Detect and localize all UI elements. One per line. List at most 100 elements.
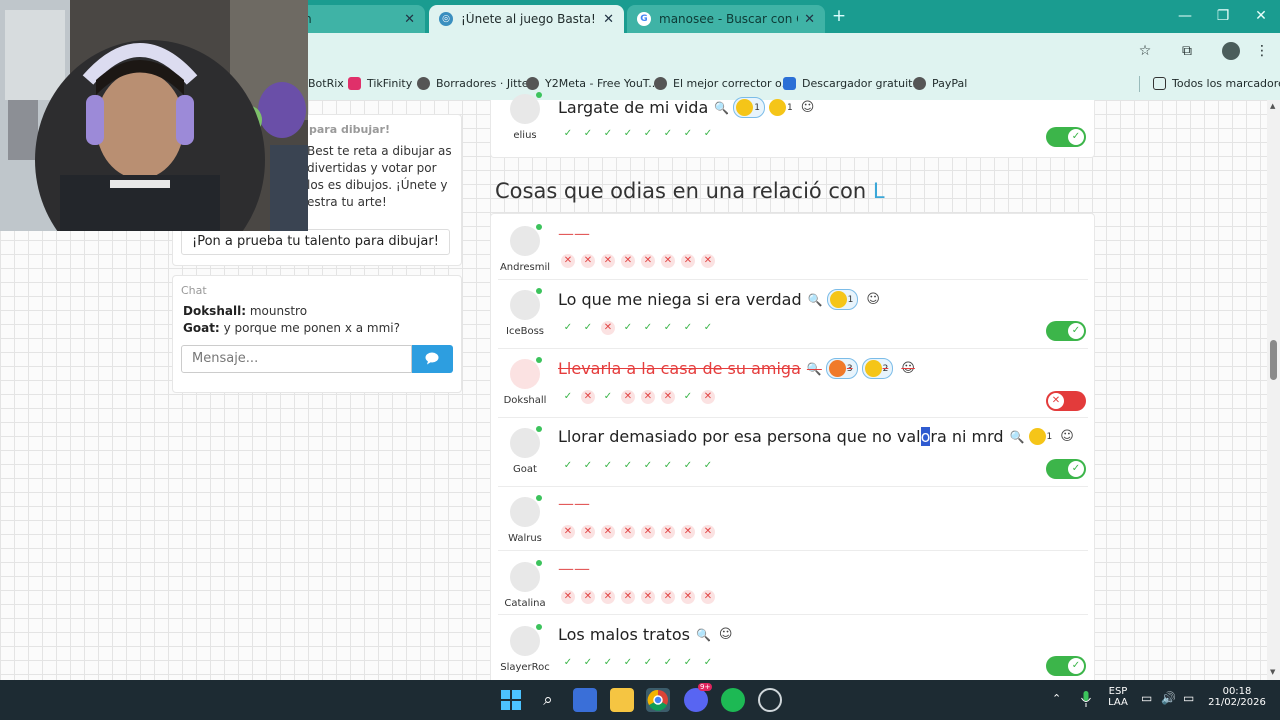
menu-icon[interactable]: ⋮ — [1252, 41, 1272, 61]
check-vote-icon[interactable]: ✓ — [641, 127, 655, 141]
check-vote-icon[interactable]: ✓ — [561, 127, 575, 141]
check-vote-icon[interactable]: ✓ — [581, 321, 595, 335]
check-vote-icon[interactable]: ✓ — [641, 459, 655, 473]
x-vote-icon[interactable]: ✕ — [561, 254, 575, 268]
x-vote-icon[interactable]: ✕ — [601, 321, 615, 335]
check-vote-icon[interactable]: ✓ — [601, 127, 615, 141]
x-vote-icon[interactable]: ✕ — [621, 525, 635, 539]
check-vote-icon[interactable]: ✓ — [701, 321, 715, 335]
x-vote-icon[interactable]: ✕ — [641, 525, 655, 539]
x-vote-icon[interactable]: ✕ — [601, 590, 615, 604]
star-icon[interactable]: ☆ — [1135, 41, 1155, 61]
check-vote-icon[interactable]: ✓ — [561, 321, 575, 335]
check-vote-icon[interactable]: ✓ — [681, 459, 695, 473]
microphone-icon[interactable] — [1080, 690, 1092, 708]
close-window-button[interactable]: ✕ — [1242, 0, 1280, 33]
check-vote-icon[interactable]: ✓ — [581, 656, 595, 670]
check-vote-icon[interactable]: ✓ — [621, 656, 635, 670]
tab-basta[interactable]: ◎ ¡Únete al juego Basta! ✕ — [429, 5, 624, 33]
bookmark-paypal[interactable]: PayPal — [913, 77, 967, 90]
x-vote-icon[interactable]: ✕ — [581, 525, 595, 539]
accept-toggle[interactable]: ✓ — [1046, 459, 1086, 479]
send-message-button[interactable] — [412, 345, 453, 373]
check-vote-icon[interactable]: ✓ — [581, 459, 595, 473]
x-vote-icon[interactable]: ✕ — [701, 254, 715, 268]
store-icon[interactable] — [573, 688, 597, 712]
check-vote-icon[interactable]: ✓ — [561, 390, 575, 404]
scroll-down-icon[interactable]: ▼ — [1270, 668, 1275, 676]
search-icon[interactable]: ⌕ — [536, 688, 560, 712]
reaction-laugh[interactable]: 1 — [1028, 428, 1052, 445]
all-bookmarks[interactable]: Todos los marcadores — [1153, 77, 1280, 90]
x-vote-icon[interactable]: ✕ — [661, 390, 675, 404]
check-vote-icon[interactable]: ✓ — [601, 656, 615, 670]
check-vote-icon[interactable]: ✓ — [601, 390, 615, 404]
spotify-icon[interactable] — [721, 688, 745, 712]
add-reaction-icon[interactable]: ☺ — [719, 627, 733, 642]
volume-icon[interactable]: 🔊 — [1161, 691, 1176, 705]
reaction-wow[interactable]: 1 — [826, 289, 859, 310]
add-reaction-icon[interactable]: ☺ — [866, 292, 880, 307]
check-vote-icon[interactable]: ✓ — [641, 656, 655, 670]
accept-toggle[interactable]: ✓ — [1046, 321, 1086, 341]
tab-google[interactable]: G manosee - Buscar con Google ✕ — [627, 5, 825, 33]
x-vote-icon[interactable]: ✕ — [681, 254, 695, 268]
language-indicator[interactable]: ESP LAA — [1106, 686, 1130, 708]
check-vote-icon[interactable]: ✓ — [621, 127, 635, 141]
chevron-up-icon[interactable]: ⌃ — [1052, 692, 1061, 705]
windows-start-icon[interactable] — [499, 688, 523, 712]
page-scrollbar[interactable]: ▲ ▼ — [1267, 100, 1280, 680]
x-vote-icon[interactable]: ✕ — [681, 525, 695, 539]
check-vote-icon[interactable]: ✓ — [561, 459, 575, 473]
x-vote-icon[interactable]: ✕ — [601, 254, 615, 268]
tab-background[interactable]: m ✕ — [290, 5, 425, 33]
x-vote-icon[interactable]: ✕ — [661, 525, 675, 539]
add-reaction-icon[interactable]: ☺ — [901, 361, 915, 376]
x-vote-icon[interactable]: ✕ — [621, 254, 635, 268]
profile-avatar[interactable] — [1222, 42, 1240, 60]
reaction-wow[interactable]: 1 — [733, 97, 765, 118]
reaction-angry[interactable]: 3 — [825, 358, 858, 379]
folder-icon[interactable] — [610, 688, 634, 712]
reject-toggle[interactable]: ✕ — [1046, 391, 1086, 411]
close-icon[interactable]: ✕ — [804, 12, 815, 27]
search-icon[interactable]: 🔍 — [696, 628, 711, 642]
x-vote-icon[interactable]: ✕ — [621, 590, 635, 604]
x-vote-icon[interactable]: ✕ — [701, 525, 715, 539]
check-vote-icon[interactable]: ✓ — [621, 459, 635, 473]
search-icon[interactable]: 🔍 — [714, 101, 729, 115]
scrollbar-thumb[interactable] — [1270, 340, 1277, 380]
bookmark-corrector[interactable]: El mejor corrector o... — [654, 77, 792, 90]
x-vote-icon[interactable]: ✕ — [661, 254, 675, 268]
chat-input[interactable]: Mensaje... — [181, 345, 412, 373]
x-vote-icon[interactable]: ✕ — [681, 590, 695, 604]
battery-icon[interactable]: ▭ — [1183, 691, 1194, 705]
x-vote-icon[interactable]: ✕ — [581, 590, 595, 604]
accept-toggle[interactable]: ✓ — [1046, 656, 1086, 676]
bookmark-jitter[interactable]: Borradores · Jitter — [417, 77, 533, 90]
talent-button[interactable]: ¡Pon a prueba tu talento para dibujar! — [181, 229, 450, 255]
check-vote-icon[interactable]: ✓ — [561, 656, 575, 670]
add-reaction-icon[interactable]: ☺ — [1060, 429, 1074, 444]
x-vote-icon[interactable]: ✕ — [561, 525, 575, 539]
chrome-icon[interactable] — [646, 688, 670, 712]
check-vote-icon[interactable]: ✓ — [661, 321, 675, 335]
x-vote-icon[interactable]: ✕ — [641, 590, 655, 604]
obs-icon[interactable] — [758, 688, 782, 712]
x-vote-icon[interactable]: ✕ — [661, 590, 675, 604]
x-vote-icon[interactable]: ✕ — [641, 254, 655, 268]
search-icon[interactable]: 🔍 — [807, 362, 822, 376]
scroll-up-icon[interactable]: ▲ — [1270, 102, 1275, 110]
search-icon[interactable]: 🔍 — [808, 293, 823, 307]
x-vote-icon[interactable]: ✕ — [561, 590, 575, 604]
discord-icon[interactable]: 9+ — [684, 683, 713, 712]
x-vote-icon[interactable]: ✕ — [701, 390, 715, 404]
check-vote-icon[interactable]: ✓ — [681, 390, 695, 404]
network-icon[interactable]: ▭ — [1141, 691, 1152, 705]
check-vote-icon[interactable]: ✓ — [701, 459, 715, 473]
bookmark-tikfinity[interactable]: TikFinity — [348, 77, 412, 90]
accept-toggle[interactable]: ✓ — [1046, 127, 1086, 147]
reaction-laugh[interactable]: 1 — [768, 99, 793, 116]
bookmark-y2meta[interactable]: Y2Meta - Free YouT... — [526, 77, 659, 90]
check-vote-icon[interactable]: ✓ — [601, 459, 615, 473]
